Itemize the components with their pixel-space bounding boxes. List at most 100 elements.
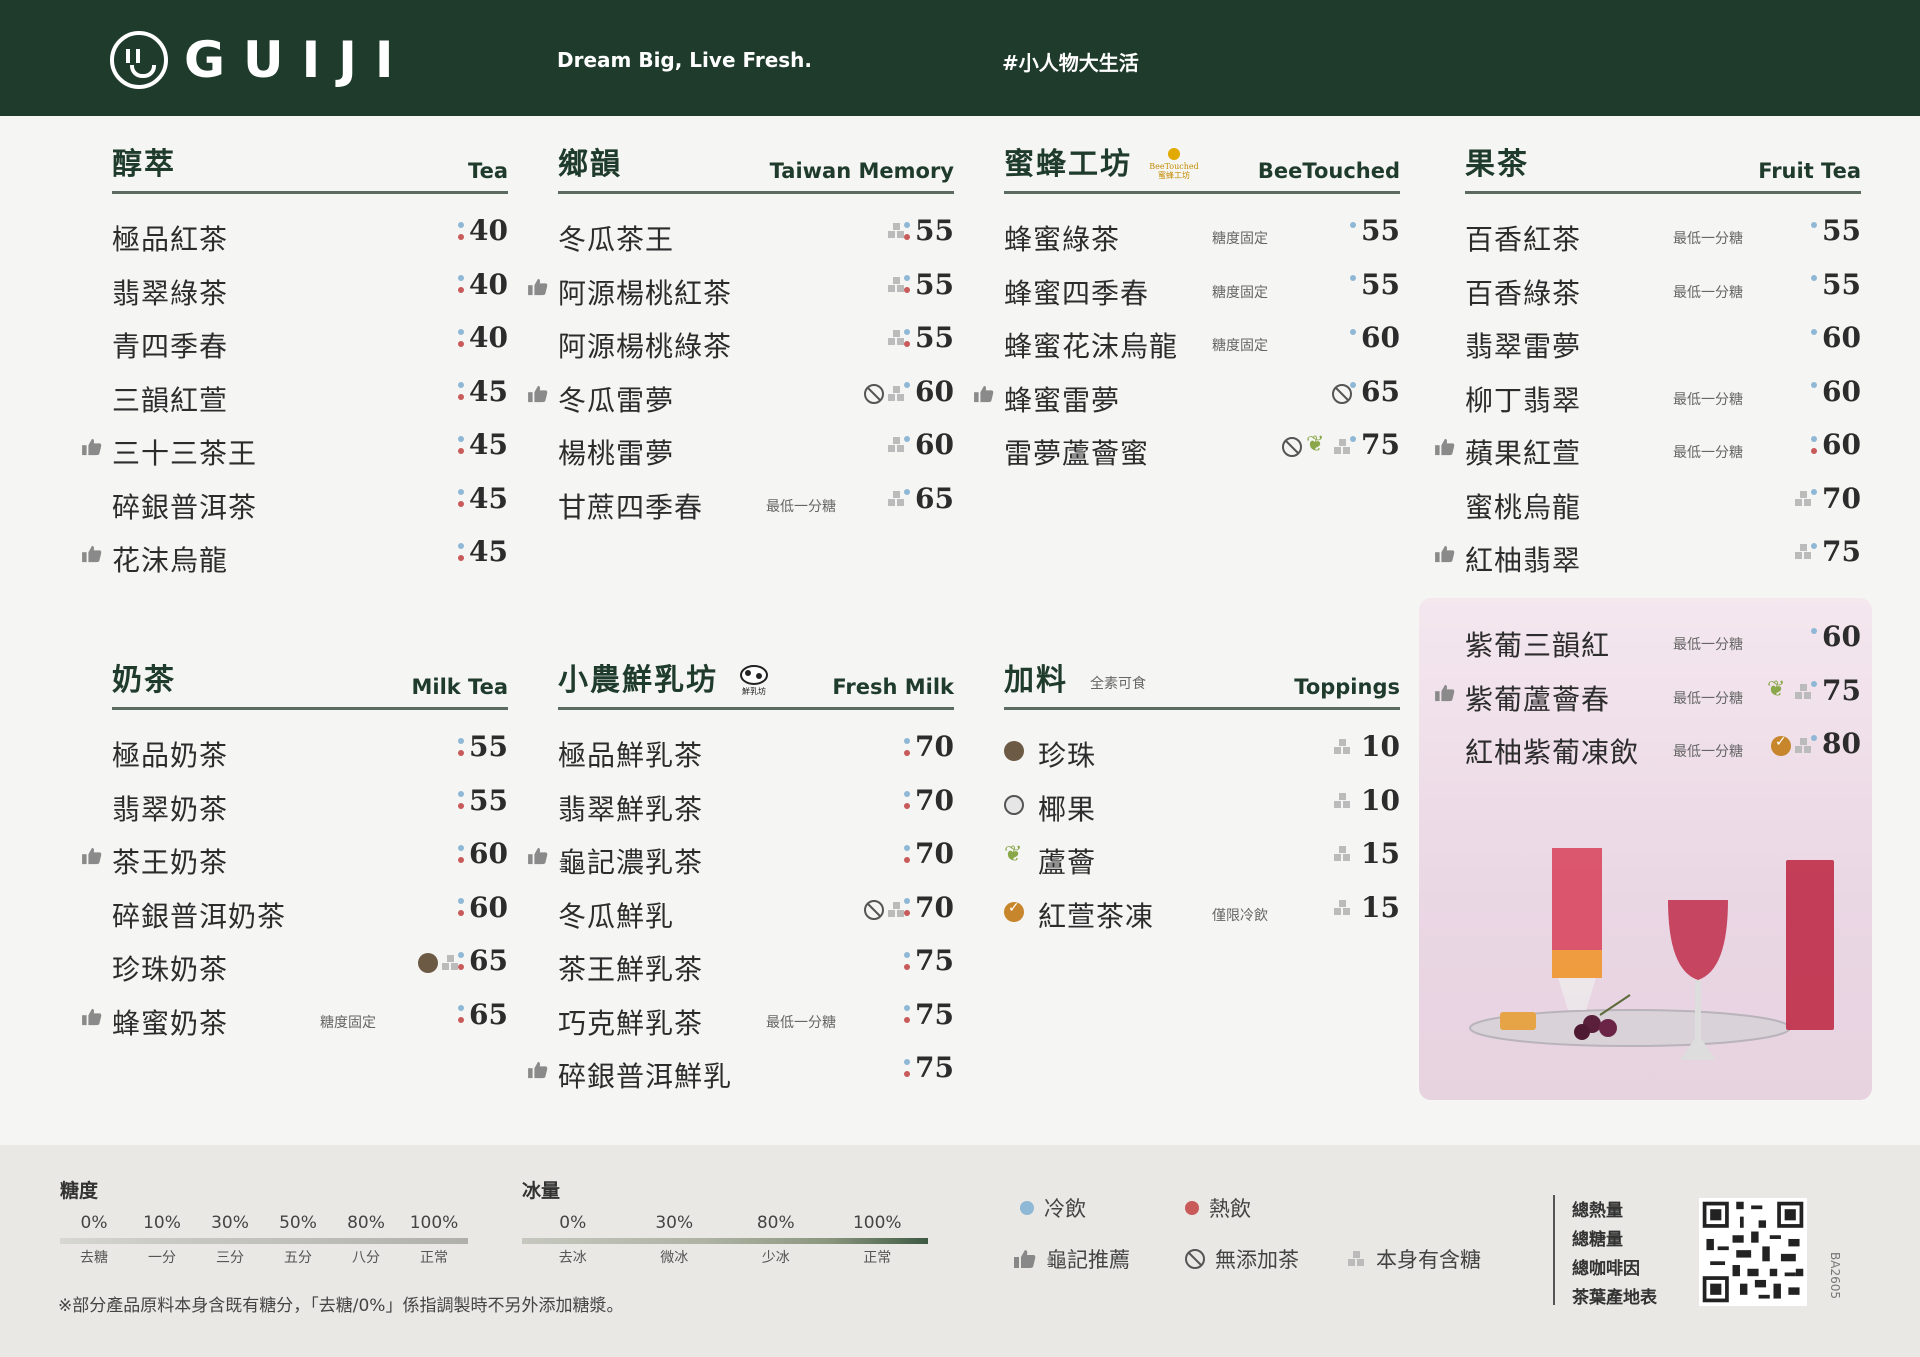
menu-item-note: 糖度固定 bbox=[1212, 231, 1268, 247]
hot-dot-icon bbox=[1811, 693, 1817, 699]
svg-text:BeeTouched: BeeTouched bbox=[1149, 162, 1199, 171]
legend-cold-label: 冷飲 bbox=[1044, 1197, 1086, 1221]
menu-item-price: 55 bbox=[458, 730, 508, 763]
no-additive-icon bbox=[1332, 383, 1352, 404]
menu-item-price: 45 bbox=[458, 535, 508, 568]
menu-item-price: 55 bbox=[1350, 214, 1400, 247]
section-header: 醇萃 Tea bbox=[112, 147, 508, 194]
price-value: 10 bbox=[1361, 730, 1400, 763]
menu-item-icons bbox=[1282, 432, 1352, 457]
menu-item-note: 最低一分糖 bbox=[1673, 445, 1743, 461]
menu-item-name: 三韻紅萱 bbox=[112, 383, 229, 417]
cold-dot-icon bbox=[1811, 435, 1818, 442]
menu-item: 甘蔗四季春 最低一分糖 65 bbox=[558, 476, 954, 530]
sugar-legend-title: 糖度 bbox=[60, 1180, 99, 1202]
temperature-dots bbox=[458, 791, 465, 809]
ice-legend-title: 冰量 bbox=[522, 1180, 561, 1202]
svg-text:蜜蜂工坊: 蜜蜂工坊 bbox=[1158, 170, 1190, 180]
section-title: 果茶 bbox=[1465, 147, 1529, 182]
menu-item-note: 糖度固定 bbox=[1212, 338, 1268, 354]
hot-dot-icon bbox=[458, 233, 465, 240]
hot-dot-icon bbox=[458, 749, 465, 756]
scale-step: 100% bbox=[409, 1213, 459, 1233]
scale-step: 100% bbox=[852, 1213, 902, 1233]
price-value: 60 bbox=[1361, 321, 1400, 354]
menu-item: 碎銀普洱鮮乳 75 bbox=[528, 1045, 954, 1099]
temperature-dots bbox=[904, 275, 911, 293]
cold-dot-icon bbox=[458, 951, 465, 958]
menu-item: 青四季春 40 bbox=[112, 315, 508, 369]
menu-item-name: 蜂蜜綠茶 bbox=[1004, 223, 1121, 256]
cold-dot-icon bbox=[904, 1058, 911, 1065]
menu-item-name: 蘋果紅萱 bbox=[1465, 437, 1582, 470]
menu-item-name: 紅萱茶凍 bbox=[1038, 899, 1155, 933]
temperature-dots bbox=[1811, 542, 1818, 561]
aloe-icon bbox=[1004, 842, 1028, 867]
thumbs-up-icon bbox=[82, 1008, 102, 1025]
menu-item-name: 阿源楊桃紅茶 bbox=[558, 276, 733, 310]
section-tea: 醇萃 Tea 極品紅茶 40 翡翠綠茶 40 青四季春 40 三韻紅萱 45 三十三茶王 45 碎銀普洱… bbox=[82, 147, 508, 583]
temperature-dots bbox=[1350, 435, 1357, 454]
scale-step: 30% bbox=[211, 1213, 249, 1233]
price-value: 55 bbox=[1822, 267, 1861, 301]
ice-level-scale: 0% 30% 80% 100% bbox=[522, 1213, 928, 1233]
cold-dot-icon bbox=[904, 275, 911, 281]
menu-item-price: 60 bbox=[904, 428, 954, 461]
hot-dot-icon bbox=[458, 803, 465, 809]
menu-item-icons bbox=[1334, 739, 1352, 755]
scale-step: 五分 bbox=[284, 1250, 312, 1266]
cold-dot-icon bbox=[1811, 734, 1818, 741]
price-value: 60 bbox=[469, 837, 508, 870]
menu-item-name: 碎銀普洱奶茶 bbox=[112, 899, 287, 933]
menu-item-note: 最低一分糖 bbox=[1673, 637, 1743, 653]
menu-item-price: 60 bbox=[1811, 428, 1861, 461]
temperature-dots bbox=[1811, 328, 1818, 347]
cold-dot-icon bbox=[1811, 489, 1818, 495]
menu-item-name: 蜂蜜花沫烏龍 bbox=[1004, 330, 1179, 363]
cold-dot-icon bbox=[1811, 627, 1818, 634]
menu-item: 蘋果紅萱 最低一分糖 60 bbox=[1435, 422, 1861, 476]
menu-item-name: 茶王奶茶 bbox=[112, 846, 229, 879]
cold-dot-icon bbox=[458, 1005, 465, 1011]
menu-item-name: 極品紅茶 bbox=[112, 223, 229, 256]
section-milk-tea: 奶茶 Milk Tea 極品奶茶 55 翡翠奶茶 55 茶王奶茶 60 碎銀普洱奶茶 60 珍珠奶茶… bbox=[82, 663, 508, 1045]
menu-item-name: 珍珠 bbox=[1038, 739, 1097, 772]
section-beetouched: 蜜蜂工坊 BeeTouched BeeTouched 蜜蜂工坊 蜂蜜綠茶 糖度固定 55 蜂蜜… bbox=[974, 147, 1400, 476]
hot-dot-icon bbox=[904, 448, 910, 454]
menu-item: 冬瓜雷夢 60 bbox=[528, 369, 954, 423]
cold-dot-icon bbox=[1020, 1201, 1034, 1215]
beetouched-badge-icon: BeeTouched 蜜蜂工坊 bbox=[1144, 147, 1204, 181]
temperature-dots bbox=[458, 328, 465, 347]
temperature-dots bbox=[458, 1005, 465, 1023]
qr-code-icon[interactable] bbox=[1699, 1198, 1807, 1306]
pearl-icon bbox=[1004, 741, 1024, 761]
hot-dot-icon bbox=[1811, 234, 1817, 240]
menu-item-name: 蜂蜜奶茶 bbox=[112, 1006, 229, 1040]
menu-item-price: 45 bbox=[458, 375, 508, 408]
menu-item: 楊桃雷夢 60 bbox=[558, 422, 954, 476]
menu-item-name: 茶王鮮乳茶 bbox=[558, 953, 704, 986]
temperature-dots bbox=[904, 328, 911, 347]
thumbs-up-icon bbox=[82, 545, 102, 563]
sugar-footnote: ※部分產品原料本身含既有糖分，「去糖/0%」係指調製時不另外添加糖漿。 bbox=[58, 1296, 624, 1316]
hot-dot-icon bbox=[904, 340, 911, 347]
menu-item-name: 花沫烏龍 bbox=[112, 544, 229, 577]
menu-item: 蜂蜜雷夢 65 bbox=[974, 369, 1400, 423]
scale-step: 30% bbox=[655, 1213, 694, 1233]
hot-dot-icon bbox=[458, 1017, 465, 1023]
cold-dot-icon bbox=[458, 275, 465, 281]
temperature-dots bbox=[458, 844, 465, 863]
temperature-dots bbox=[904, 1058, 911, 1077]
tea-jelly-icon bbox=[1771, 734, 1791, 756]
menu-item-name: 翡翠雷夢 bbox=[1465, 330, 1582, 363]
menu-item-name: 冬瓜鮮乳 bbox=[558, 899, 675, 933]
scale-step: 三分 bbox=[216, 1250, 244, 1266]
price-value: 60 bbox=[1822, 374, 1861, 408]
info-calories: 總熱量 bbox=[1572, 1201, 1623, 1221]
menu-item-note: 最低一分糖 bbox=[766, 1014, 836, 1031]
temperature-dots bbox=[904, 435, 911, 454]
temperature-dots bbox=[458, 275, 465, 293]
thumbs-up-icon bbox=[974, 385, 994, 402]
print-code: BA2605 bbox=[1828, 1252, 1842, 1299]
price-value: 40 bbox=[469, 214, 508, 247]
